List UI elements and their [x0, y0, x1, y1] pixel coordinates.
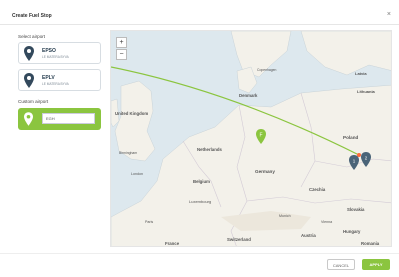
map-pin-icon — [24, 73, 34, 88]
svg-text:F: F — [259, 133, 262, 139]
map-label-belgium: Belgium — [193, 179, 210, 184]
airport-option-epso[interactable]: EPSO LE MATERA BYVA — [18, 42, 101, 64]
map-label-birmingham: Birmingham — [119, 151, 137, 155]
airport-name: LE MATERA BYVA — [42, 55, 69, 59]
map-label-austria: Austria — [301, 233, 316, 238]
custom-airport-card[interactable]: EGH — [18, 108, 101, 130]
map-pin-icon — [24, 46, 34, 61]
map-label-lithuania: Lithuania — [357, 89, 376, 94]
create-fuel-stop-dialog: Create Fuel Stop × Select airport EPSO L… — [0, 0, 399, 277]
map-label-poland: Poland — [343, 135, 359, 140]
map-label-denmark: Denmark — [239, 93, 258, 98]
airport-code: EPSO — [42, 48, 56, 54]
custom-airport-input[interactable]: EGH — [42, 113, 95, 124]
airport-code: EPLV — [42, 75, 55, 81]
zoom-out-button[interactable]: − — [116, 49, 127, 60]
airport-name: LE MATERA BYVA — [42, 82, 69, 86]
map-label-latvia: Latvia — [355, 71, 367, 76]
dialog-title: Create Fuel Stop — [12, 13, 52, 19]
custom-airport-label: Custom airport — [18, 99, 49, 104]
apply-button[interactable]: APPLY — [362, 259, 390, 270]
cancel-button[interactable]: CANCEL — [327, 259, 355, 270]
map-pin-icon — [24, 112, 33, 126]
zoom-in-button[interactable]: + — [116, 37, 127, 48]
map-view[interactable]: F 1 2 Denmark Copenhagen United Kingdom … — [110, 30, 392, 247]
map-label-germany: Germany — [255, 169, 275, 174]
map-label-czechia: Czechia — [309, 187, 326, 192]
map-label-london: London — [131, 172, 143, 176]
map-canvas[interactable]: F 1 2 Denmark Copenhagen United Kingdom … — [111, 31, 392, 247]
map-label-slovakia: Slovakia — [347, 207, 365, 212]
map-label-hungary: Hungary — [343, 229, 361, 234]
header-divider — [0, 24, 399, 25]
close-icon[interactable]: × — [387, 11, 391, 18]
select-airport-label: Select airport — [18, 34, 46, 39]
map-label-vienna: Vienna — [321, 220, 332, 224]
airport-option-eplv[interactable]: EPLV LE MATERA BYVA — [18, 69, 101, 91]
map-label-munich: Munich — [279, 214, 291, 218]
map-label-romania: Romania — [361, 241, 380, 246]
map-label-netherlands: Netherlands — [197, 147, 222, 152]
map-label-united-kingdom: United Kingdom — [115, 111, 148, 116]
map-label-copenhagen: Copenhagen — [257, 68, 277, 72]
map-label-luxembourg: Luxembourg — [189, 199, 211, 204]
map-label-switzerland: Switzerland — [227, 237, 251, 242]
map-label-paris: Paris — [145, 220, 153, 224]
footer-divider — [0, 253, 399, 254]
map-label-france: France — [165, 241, 180, 246]
